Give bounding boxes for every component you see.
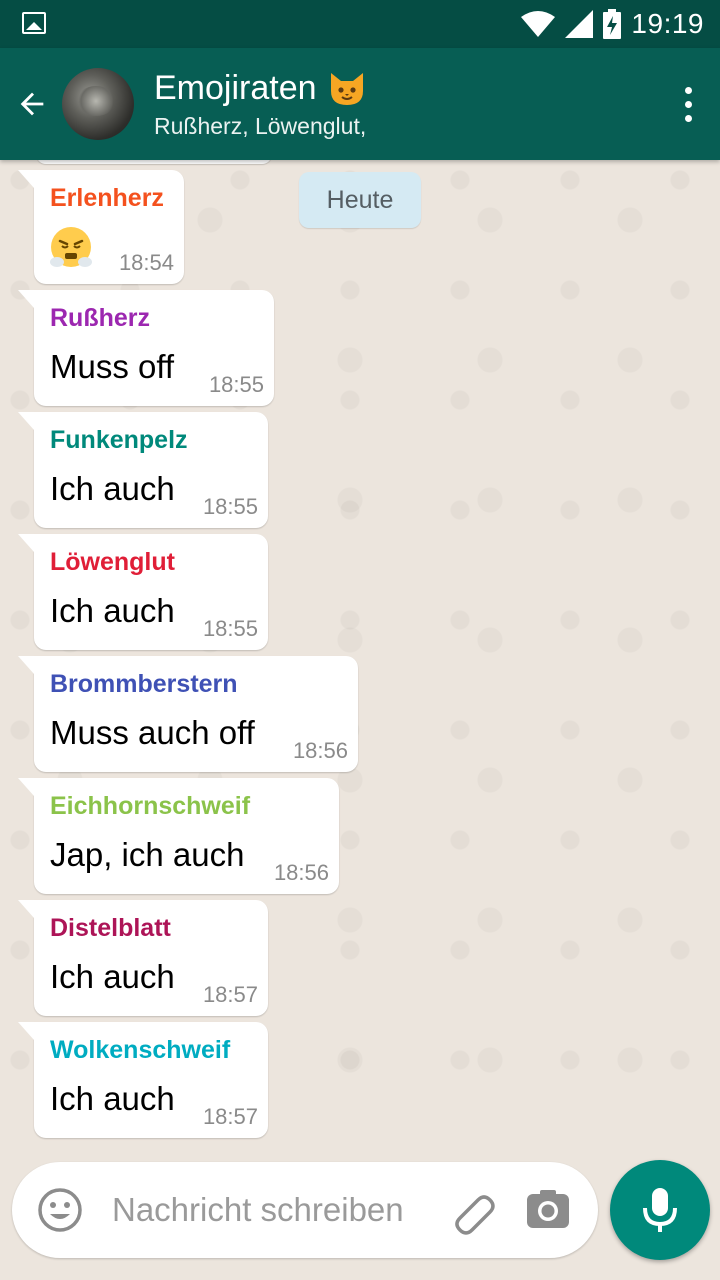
microphone-icon <box>643 1188 677 1232</box>
message-sender: Distelblatt <box>50 914 171 942</box>
status-icons: 19:19 <box>521 8 704 40</box>
more-vert-icon-dot <box>684 114 692 122</box>
message-composer <box>12 1162 598 1258</box>
message-time: 18:57 <box>202 982 258 1007</box>
paperclip-icon[interactable] <box>448 1186 500 1238</box>
message-sender: Löwenglut <box>50 548 175 576</box>
message-sender: Funkenpelz <box>50 426 188 454</box>
status-bar: 19:19 <box>0 0 720 48</box>
message-bubble[interactable]: Löwenglut Ich auch 18:55 <box>18 534 268 650</box>
image-icon <box>22 12 46 34</box>
more-vert-icon <box>684 86 692 94</box>
previous-message-bubble <box>36 160 272 164</box>
message-sender: Eichhornschweif <box>50 792 251 820</box>
message-time: 18:55 <box>202 616 258 641</box>
message-time: 18:56 <box>292 738 348 763</box>
message-bubble[interactable]: Wolkenschweif Ich auch 18:57 <box>18 1022 268 1138</box>
message-text: Ich auch <box>50 470 175 507</box>
camera-icon[interactable] <box>524 1186 572 1234</box>
message-time: 18:57 <box>202 1104 258 1129</box>
more-vert-icon-dot <box>684 100 692 108</box>
wifi-icon <box>521 11 556 37</box>
group-avatar[interactable] <box>62 68 134 140</box>
message-bubble[interactable]: Funkenpelz Ich auch 18:55 <box>18 412 268 528</box>
chat-title: Emojiraten <box>154 66 634 110</box>
message-sender: Wolkenschweif <box>50 1036 231 1064</box>
message-input[interactable] <box>112 1186 442 1234</box>
voice-message-button[interactable] <box>610 1160 710 1260</box>
message-text: Ich auch <box>50 1080 175 1117</box>
message-bubble[interactable]: Eichhornschweif Jap, ich auch 18:56 <box>18 778 339 894</box>
message-time: 18:54 <box>118 250 174 275</box>
message-text: Ich auch <box>50 958 175 995</box>
message-time: 18:56 <box>273 860 329 885</box>
cat-face-icon <box>330 73 363 105</box>
emoji-icon[interactable] <box>36 1186 84 1234</box>
message-list[interactable]: Heute Erlenherz 18:54 Rußherz Muss off 1… <box>0 160 720 1160</box>
signal-icon <box>565 10 594 38</box>
chat-members: Rußherz, Löwenglut, <box>154 113 367 139</box>
date-chip: Heute <box>299 172 421 228</box>
message-time: 18:55 <box>202 494 258 519</box>
battery-charging-icon <box>603 9 622 39</box>
arrow-back-icon <box>20 92 44 116</box>
message-text: Muss off <box>50 348 175 385</box>
message-text: Jap, ich auch <box>50 836 245 873</box>
message-bubble[interactable]: Distelblatt Ich auch 18:57 <box>18 900 268 1016</box>
message-sender: Rußherz <box>50 304 150 332</box>
message-time: 18:55 <box>208 372 264 397</box>
message-bubble[interactable]: Erlenherz 18:54 <box>18 170 184 284</box>
chat-title-text: Emojiraten <box>154 69 317 107</box>
message-sender: Brommberstern <box>50 670 238 698</box>
more-options-button[interactable] <box>672 82 704 126</box>
message-bubble[interactable]: Rußherz Muss off 18:55 <box>18 290 274 406</box>
face-with-steam-icon <box>50 227 92 267</box>
status-time: 19:19 <box>631 8 704 39</box>
message-bubble[interactable]: Brommberstern Muss auch off 18:56 <box>18 656 358 772</box>
message-text: Ich auch <box>50 592 175 629</box>
message-sender: Erlenherz <box>50 184 164 212</box>
chat-header: Emojiraten Rußherz, Löwenglut, <box>0 48 720 160</box>
message-text: Muss auch off <box>50 714 255 751</box>
back-button[interactable] <box>8 80 56 128</box>
chat-title-block[interactable]: Emojiraten Rußherz, Löwenglut, <box>154 66 634 142</box>
